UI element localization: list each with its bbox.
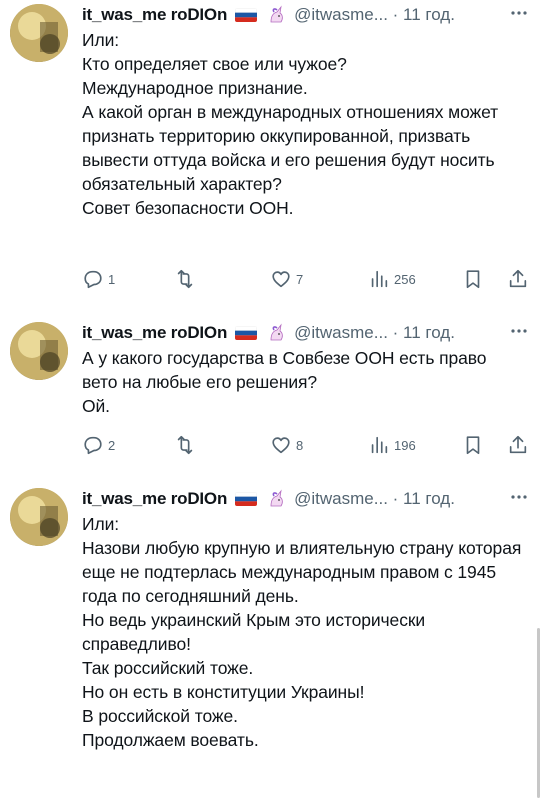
like-icon: [272, 271, 290, 288]
russia-flag-icon: [235, 492, 258, 506]
share-button[interactable]: [507, 434, 529, 456]
bookmark-button[interactable]: [462, 268, 484, 290]
repost-icon: [177, 435, 193, 455]
more-icon[interactable]: [509, 6, 529, 20]
bookmark-button[interactable]: [462, 434, 484, 456]
action-bar: 2 8 196: [82, 434, 533, 456]
reply-button[interactable]: 2: [82, 434, 115, 456]
views-count: 196: [394, 437, 416, 453]
unicorn-icon: [266, 5, 286, 25]
repost-button[interactable]: [174, 434, 196, 456]
russia-flag-icon: [235, 8, 258, 22]
russia-flag-icon: [235, 326, 258, 340]
views-count: 256: [394, 271, 416, 287]
views-icon: [371, 436, 388, 454]
like-icon: [272, 437, 290, 454]
author-name[interactable]: it_was_me roDIOn: [82, 5, 227, 25]
reply-icon: [84, 436, 102, 455]
author-handle-time[interactable]: @itwasme... · 11 год.: [294, 489, 455, 509]
reply-button[interactable]: 1: [82, 268, 115, 290]
author-name[interactable]: it_was_me roDIOn: [82, 489, 227, 509]
author-handle-time[interactable]: @itwasme... · 11 год.: [294, 5, 455, 25]
avatar[interactable]: [10, 322, 68, 380]
share-button[interactable]: [507, 268, 529, 290]
unicorn-icon: [266, 489, 286, 509]
views-icon: [371, 270, 388, 288]
like-count: 8: [296, 437, 304, 453]
tweet-text: Или: Назови любую крупную и влиятельную …: [82, 514, 522, 750]
views-button[interactable]: 256: [368, 268, 416, 290]
more-icon[interactable]: [509, 490, 529, 504]
tweet-header: it_was_me roDIOn @itwasme... · 11 год.: [82, 488, 543, 510]
tweet-header: it_was_me roDIOn @itwasme... · 11 год.: [82, 4, 543, 26]
views-button[interactable]: 196: [368, 434, 416, 456]
like-button[interactable]: 8: [270, 434, 303, 456]
repost-button[interactable]: [174, 268, 196, 290]
like-button[interactable]: 7: [270, 268, 303, 290]
scrollbar[interactable]: [537, 628, 540, 798]
reply-count: 1: [108, 271, 116, 287]
tweet-text: А у какого государства в Совбезе ООН ест…: [82, 348, 487, 416]
avatar[interactable]: [10, 488, 68, 546]
author-name[interactable]: it_was_me roDIOn: [82, 323, 227, 343]
reply-icon: [84, 270, 102, 289]
bookmark-icon: [466, 436, 480, 455]
action-bar: 1 7 256: [82, 268, 533, 290]
like-count: 7: [296, 271, 304, 287]
tweet-header: it_was_me roDIOn @itwasme... · 11 год.: [82, 322, 543, 344]
share-icon: [509, 435, 527, 454]
author-handle-time[interactable]: @itwasme... · 11 год.: [294, 323, 455, 343]
repost-icon: [177, 269, 193, 289]
bookmark-icon: [466, 270, 480, 289]
avatar[interactable]: [10, 4, 68, 62]
share-icon: [509, 269, 527, 288]
unicorn-icon: [266, 323, 286, 343]
more-icon[interactable]: [509, 324, 529, 338]
reply-count: 2: [108, 437, 116, 453]
tweet-text: Или: Кто определяет свое или чужое? Межд…: [82, 30, 499, 218]
